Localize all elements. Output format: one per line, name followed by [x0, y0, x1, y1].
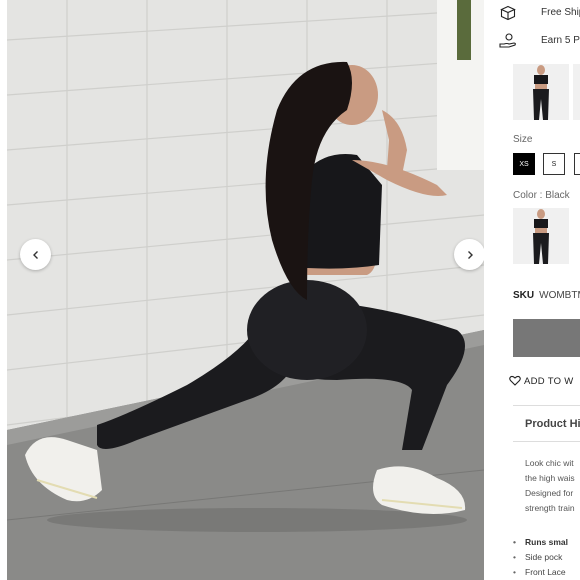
product-thumbnail[interactable] [513, 64, 569, 120]
add-to-wishlist-button[interactable]: ADD TO W [509, 375, 574, 387]
chevron-left-icon [32, 250, 38, 259]
product-description: Look chic wit the high wais Designed for… [525, 456, 580, 516]
chevron-right-icon [467, 250, 473, 259]
highlight-bullets: Runs smal Side pock Front Lace [513, 535, 568, 580]
gallery-next-button[interactable] [454, 239, 484, 270]
divider [513, 405, 580, 406]
size-label: Size [513, 134, 533, 145]
perk-label: Earn 5 Po [541, 35, 580, 46]
box-icon [500, 5, 516, 20]
add-to-cart-button[interactable] [513, 319, 580, 357]
product-thumbnail[interactable] [573, 64, 580, 120]
heart-icon [509, 375, 521, 386]
size-option-s[interactable]: S [543, 153, 565, 175]
product-highlights-heading[interactable]: Product Hi [525, 418, 580, 430]
sku-value: WOMBTM [539, 290, 580, 301]
size-option[interactable] [574, 153, 580, 175]
description-line: Designed for [525, 488, 574, 498]
list-item: Front Lace [513, 565, 568, 580]
description-line: the high wais [525, 473, 575, 483]
color-swatch-black[interactable] [513, 208, 569, 264]
thumbnail-image [513, 64, 569, 120]
free-shipping-perk: Free Ship [500, 5, 580, 20]
sku-label: SKU [513, 290, 535, 301]
size-option-xs[interactable]: XS [513, 153, 535, 175]
list-item: Runs smal [513, 535, 568, 550]
color-label: Color : Black [513, 190, 570, 201]
perk-label: Free Ship [541, 7, 580, 18]
product-detail-panel: Free Ship Earn 5 Po Size XS S Color : Bl… [486, 0, 580, 580]
earn-points-perk: Earn 5 Po [499, 32, 580, 48]
product-photo [7, 0, 484, 580]
divider [513, 441, 580, 442]
product-image-gallery [7, 0, 484, 580]
color-swatch-image [513, 208, 569, 264]
gallery-prev-button[interactable] [20, 239, 51, 270]
wishlist-label: ADD TO W [524, 376, 574, 387]
sku-info: SKU WOMBTM [513, 290, 580, 301]
description-line: strength train [525, 503, 575, 513]
list-item: Side pock [513, 550, 568, 565]
hand-coin-icon [499, 32, 516, 48]
description-line: Look chic wit [525, 458, 574, 468]
